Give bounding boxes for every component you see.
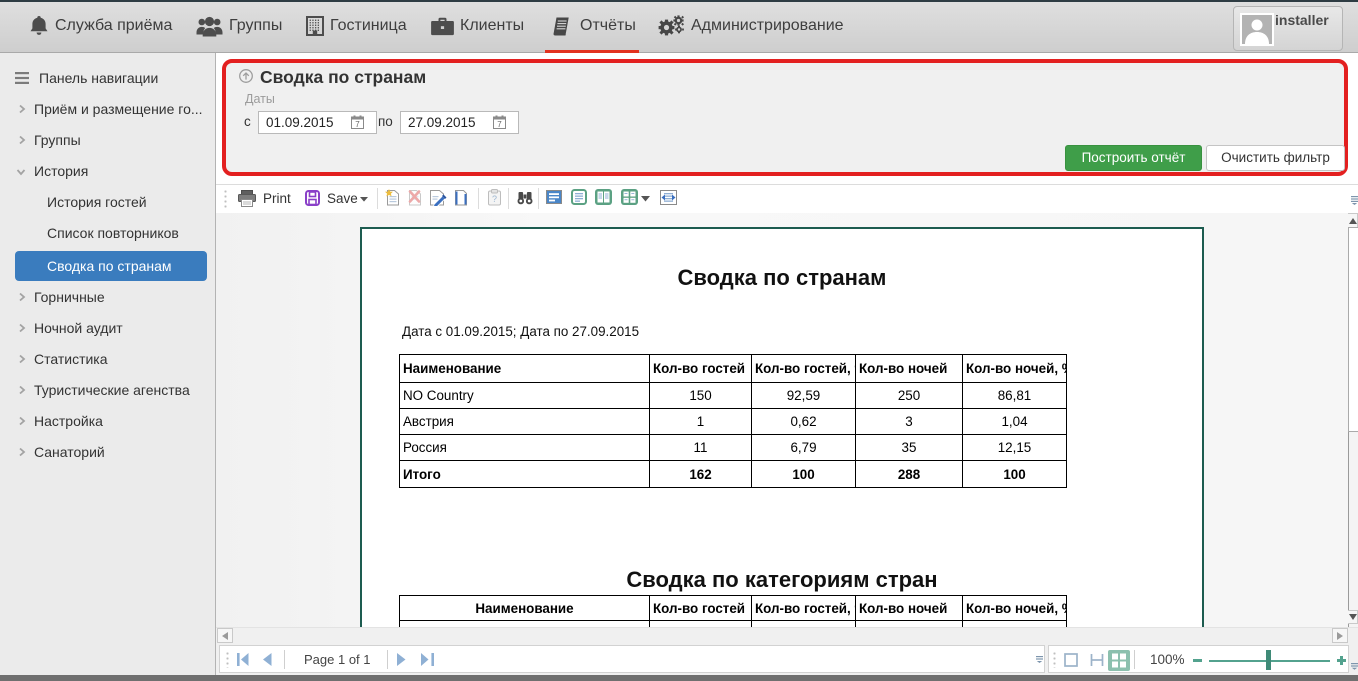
- svg-text:7: 7: [497, 120, 502, 129]
- svg-text:7: 7: [355, 120, 360, 129]
- svg-text:?: ?: [492, 194, 497, 204]
